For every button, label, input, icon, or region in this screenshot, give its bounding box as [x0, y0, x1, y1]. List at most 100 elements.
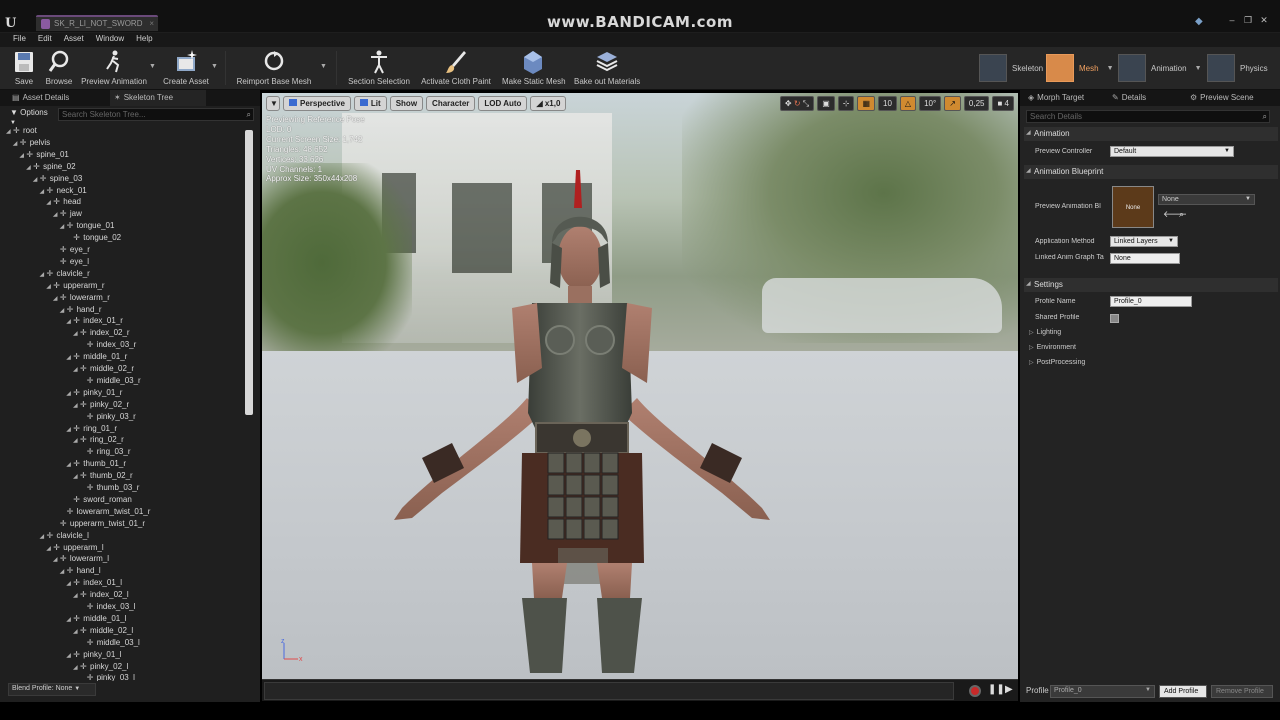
expand-arrow-icon[interactable]: ◢ — [73, 366, 80, 373]
bone-tree-item[interactable]: ◢ ✛ middle_01_l — [66, 614, 126, 626]
mode-physics-button[interactable]: Physics — [1207, 52, 1268, 84]
expand-arrow-icon[interactable]: ◢ — [60, 223, 67, 230]
bone-tree-item[interactable]: ◢ ✛ lowerarm_r — [53, 293, 110, 305]
expand-arrow-icon[interactable]: ◢ — [66, 426, 73, 433]
tree-scrollbar[interactable] — [245, 130, 253, 415]
bone-tree-item[interactable]: ◢ ✛ upperarm_l — [46, 543, 103, 555]
bone-tree-item[interactable]: ◢ ✛ lowerarm_l — [53, 554, 109, 566]
timeline-track[interactable] — [264, 682, 954, 700]
profile-name-input[interactable]: Profile_0 — [1110, 296, 1192, 307]
bone-tree-item[interactable]: ✛ eye_l — [53, 257, 89, 269]
scale-snap-toggle[interactable]: ↗ — [944, 96, 961, 111]
bone-tree-item[interactable]: ◢ ✛ clavicle_l — [40, 531, 89, 543]
bone-tree-item[interactable]: ◢ ✛ pinky_01_r — [66, 388, 122, 400]
bone-tree-item[interactable]: ◢ ✛ index_01_l — [66, 578, 122, 590]
expand-arrow-icon[interactable]: ◢ — [66, 580, 73, 587]
character-mesh[interactable] — [382, 168, 782, 678]
bone-tree-item[interactable]: ✛ index_03_l — [80, 602, 136, 614]
expand-arrow-icon[interactable]: ◢ — [73, 330, 80, 337]
animation-mode-dropdown-icon[interactable]: ▼ — [1195, 65, 1202, 72]
bone-tree-item[interactable]: ◢ ✛ pinky_01_l — [66, 650, 121, 662]
bone-tree-item[interactable]: ◢ ✛ middle_01_r — [66, 352, 127, 364]
bone-tree-item[interactable]: ✛ pinky_03_r — [80, 412, 136, 424]
expand-arrow-icon[interactable]: ◢ — [60, 307, 67, 314]
grid-snap-value[interactable]: 10 — [878, 96, 897, 111]
reimport-base-mesh-button[interactable]: Reimport Base Mesh — [236, 49, 312, 89]
expand-arrow-icon[interactable]: ◢ — [73, 402, 80, 409]
options-dropdown[interactable]: ▼ Options ▼ — [8, 108, 54, 126]
menu-edit[interactable]: Edit — [32, 33, 58, 47]
section-animation[interactable]: ◢ Animation — [1024, 127, 1278, 141]
expand-arrow-icon[interactable]: ◢ — [46, 283, 53, 290]
expand-arrow-icon[interactable]: ◢ — [66, 318, 73, 325]
expand-arrow-icon[interactable]: ◢ — [66, 652, 73, 659]
category-environment[interactable]: ▷ Environment — [1029, 344, 1076, 351]
expand-arrow-icon[interactable]: ◢ — [53, 295, 60, 302]
expand-arrow-icon[interactable]: ◢ — [53, 211, 60, 218]
category-lighting[interactable]: ▷ Lighting — [1029, 329, 1061, 336]
bone-tree-item[interactable]: ◢ ✛ index_01_r — [66, 316, 123, 328]
perspective-button[interactable]: Perspective — [283, 96, 351, 111]
menu-help[interactable]: Help — [130, 33, 158, 47]
bone-tree-item[interactable]: ◢ ✛ hand_l — [60, 566, 101, 578]
pause-icon[interactable]: ❚❚ — [988, 684, 1005, 695]
minimize-icon[interactable]: – — [1226, 15, 1238, 26]
anim-blueprint-select[interactable]: None ▼ — [1158, 194, 1255, 205]
mode-skeleton-button[interactable]: Skeleton — [979, 52, 1043, 84]
expand-arrow-icon[interactable]: ◢ — [46, 199, 53, 206]
rotation-snap-toggle[interactable]: △ — [899, 96, 917, 111]
save-button[interactable]: Save — [10, 49, 38, 89]
record-button[interactable] — [969, 685, 981, 697]
tab-preview-scene[interactable]: ⚙ Preview Scene — [1190, 90, 1280, 106]
browse-asset-icon[interactable]: ⌕ — [1179, 209, 1184, 220]
expand-arrow-icon[interactable]: ◢ — [66, 390, 73, 397]
section-animation-blueprint[interactable]: ◢ Animation Blueprint — [1024, 165, 1278, 179]
skeleton-search-input[interactable]: Search Skeleton Tree... ⌕ — [58, 108, 254, 121]
activate-cloth-paint-button[interactable]: Activate Cloth Paint — [420, 49, 492, 89]
expand-arrow-icon[interactable]: ◢ — [33, 176, 40, 183]
shared-profile-checkbox[interactable] — [1110, 314, 1119, 323]
category-postprocessing[interactable]: ▷ PostProcessing — [1029, 359, 1085, 366]
browse-button[interactable]: Browse — [43, 49, 75, 89]
bone-tree-item[interactable]: ◢ ✛ pinky_02_l — [73, 662, 128, 674]
bone-tree-item[interactable]: ✛ index_03_r — [80, 340, 137, 352]
bone-tree-item[interactable]: ◢ ✛ pelvis — [13, 138, 50, 150]
scale-snap-value[interactable]: 0,25 — [963, 96, 990, 111]
grid-snap-toggle[interactable]: ▦ — [857, 96, 876, 111]
expand-arrow-icon[interactable]: ◢ — [73, 628, 80, 635]
bone-tree-item[interactable]: ✛ eye_r — [53, 245, 90, 257]
menu-asset[interactable]: Asset — [58, 33, 90, 47]
mode-mesh-button[interactable]: Mesh ▼ — [1046, 52, 1114, 84]
source-control-icon[interactable]: ◆ — [1195, 16, 1203, 27]
bone-tree-item[interactable]: ◢ ✛ spine_02 — [26, 162, 75, 174]
application-method-select[interactable]: Linked Layers ▼ — [1110, 236, 1178, 247]
mesh-mode-dropdown-icon[interactable]: ▼ — [1107, 65, 1114, 72]
tab-asset-details[interactable]: ▤ Asset Details — [12, 90, 104, 106]
expand-arrow-icon[interactable]: ◢ — [46, 545, 53, 552]
expand-arrow-icon[interactable]: ◢ — [60, 568, 67, 575]
transform-tools[interactable]: ✥ ↻ ⤡ — [779, 96, 815, 111]
bone-tree-item[interactable]: ◢ ✛ jaw — [53, 209, 82, 221]
expand-arrow-icon[interactable]: ◢ — [19, 152, 26, 159]
details-search-input[interactable]: Search Details ⌕ — [1026, 110, 1270, 123]
remove-profile-button[interactable]: Remove Profile — [1211, 685, 1273, 698]
character-button[interactable]: Character — [426, 96, 476, 111]
preview-animation-dropdown-icon[interactable]: ▼ — [149, 63, 156, 70]
close-window-icon[interactable]: ✕ — [1258, 15, 1270, 26]
expand-arrow-icon[interactable]: ◢ — [6, 128, 13, 135]
expand-arrow-icon[interactable]: ◢ — [40, 271, 47, 278]
preview-controller-select[interactable]: Default ▼ — [1110, 146, 1234, 157]
tab-details[interactable]: ✎ Details — [1112, 90, 1176, 106]
rotation-snap-value[interactable]: 10° — [919, 96, 942, 111]
bone-tree-item[interactable]: ◢ ✛ hand_r — [60, 305, 102, 317]
bone-tree-item[interactable]: ◢ ✛ ring_01_r — [66, 424, 117, 436]
camera-speed-button[interactable]: ■ 4 — [992, 96, 1014, 111]
make-static-mesh-button[interactable]: Make Static Mesh — [502, 49, 566, 89]
bone-tree-item[interactable]: ✛ thumb_03_r — [80, 483, 140, 495]
menu-file[interactable]: File — [7, 33, 32, 47]
expand-arrow-icon[interactable]: ◢ — [40, 188, 47, 195]
bone-tree-item[interactable]: ✛ ring_03_r — [80, 447, 131, 459]
restore-icon[interactable]: ❐ — [1242, 15, 1254, 26]
step-forward-icon[interactable]: ▶ — [1005, 684, 1013, 695]
bone-tree-item[interactable]: ✛ middle_03_l — [80, 638, 140, 650]
